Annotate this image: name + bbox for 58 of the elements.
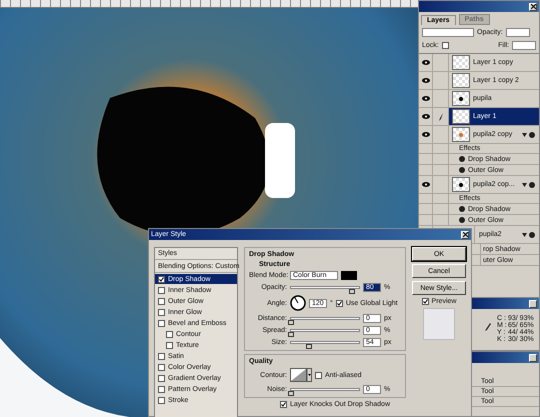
visibility-toggle[interactable] [419,72,433,89]
checkbox[interactable] [158,396,165,404]
eye-icon[interactable] [422,78,430,83]
opacity-field[interactable] [506,28,530,37]
brush-icon [438,112,444,120]
slider-thumb[interactable] [306,344,312,349]
effects-indicator[interactable] [522,232,535,238]
checkbox[interactable] [158,320,165,326]
checkbox[interactable] [422,298,429,305]
checkbox[interactable] [158,298,165,304]
effects-indicator[interactable] [522,182,535,188]
lock-transparency-icon[interactable] [442,42,449,49]
checkbox[interactable] [158,276,165,282]
eye-icon[interactable] [422,182,430,187]
eye-icon[interactable] [422,114,430,119]
slider-thumb[interactable] [288,391,294,396]
slider-thumb[interactable] [288,332,294,337]
fill-field[interactable] [512,41,536,50]
eye-icon[interactable] [422,132,430,137]
expand-arrow-icon[interactable] [522,132,527,136]
blend-mode-dropdown[interactable] [422,28,474,37]
effects-icon [529,132,535,138]
effects-icon [529,232,535,238]
eye-icon[interactable] [422,96,430,101]
layer-thumbnail [452,55,470,70]
contour-picker[interactable] [290,368,312,382]
layer-thumbnail [452,109,470,124]
checkbox[interactable] [315,372,322,378]
checkbox[interactable] [158,286,165,294]
checkbox[interactable] [166,330,173,338]
visibility-toggle[interactable] [419,126,433,143]
close-button[interactable] [461,230,469,238]
checkbox[interactable] [158,308,165,316]
style-preview [423,308,455,340]
effects-indicator[interactable] [522,132,535,138]
eyedropper-icon [485,323,491,331]
checkbox[interactable] [158,386,165,392]
visibility-toggle[interactable] [419,176,433,193]
layer-thumbnail [452,73,470,88]
checkbox[interactable] [166,342,173,348]
expand-arrow-icon[interactable] [522,232,527,236]
visibility-toggle[interactable] [419,54,433,71]
checkbox[interactable] [158,374,165,382]
effects-icon [529,182,535,188]
checkbox[interactable] [158,352,165,360]
visibility-toggle[interactable] [419,108,433,125]
slider-thumb[interactable] [349,289,356,294]
checkbox[interactable] [336,300,343,306]
close-button[interactable] [529,2,537,10]
shadow-color-swatch[interactable] [341,271,357,280]
checkbox[interactable] [280,401,287,408]
angle-dial[interactable] [290,295,306,311]
checkbox[interactable] [158,364,165,370]
expand-arrow-icon[interactable] [522,182,527,186]
slider-thumb[interactable] [288,320,294,325]
link-toggle[interactable] [433,108,449,125]
visibility-toggle[interactable] [419,90,433,107]
eye-icon[interactable] [422,60,430,65]
